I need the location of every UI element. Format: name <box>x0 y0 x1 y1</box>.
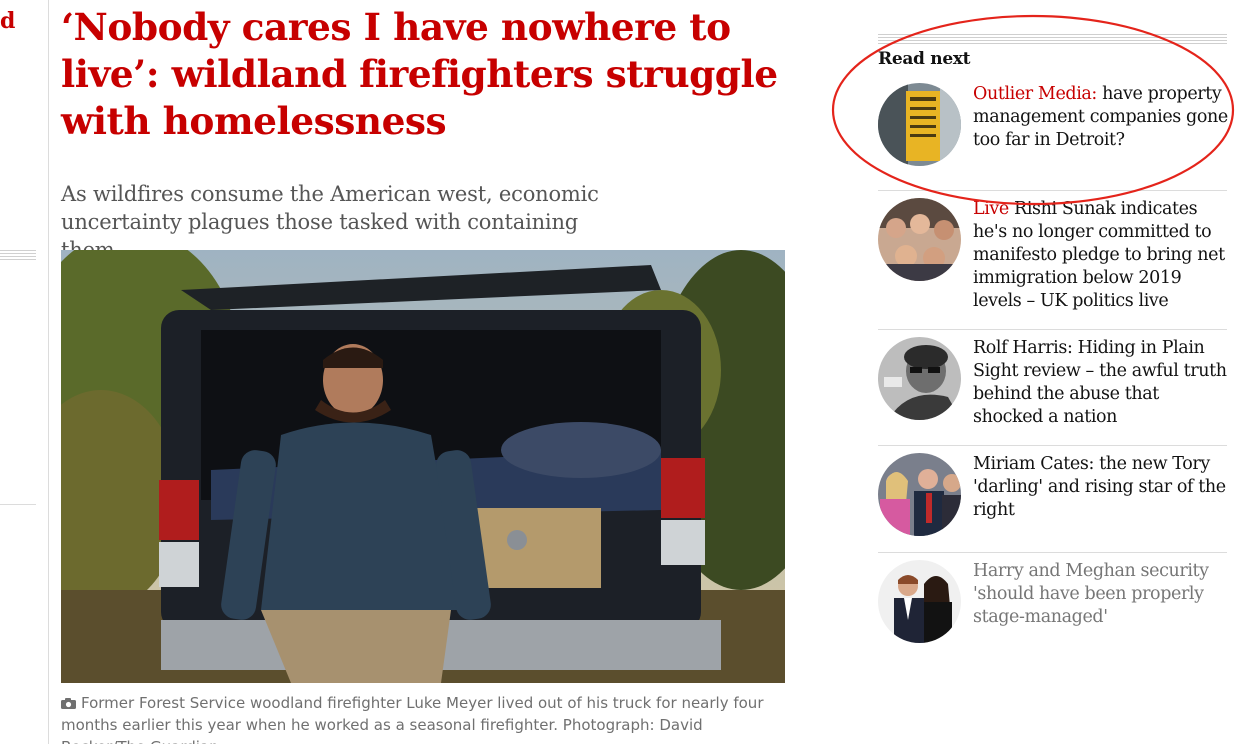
read-next-headline[interactable]: Harry and Meghan security 'should have b… <box>973 560 1229 629</box>
read-next-headline-text: Rishi Sunak indicates he's no longer com… <box>973 199 1225 311</box>
read-next-item-4[interactable]: Miriam Cates: the new Tory 'darling' and… <box>878 453 1227 543</box>
read-next-kicker: Live <box>973 199 1009 219</box>
read-next-headline[interactable]: Outlier Media: have property management … <box>973 83 1229 152</box>
politicians-thumbnail <box>878 453 961 536</box>
read-next-item-3[interactable]: Rolf Harris: Hiding in Plain Sight revie… <box>878 337 1227 437</box>
read-next-divider <box>878 445 1227 446</box>
article-headline: ‘Nobody cares I have nowhere to live’: w… <box>61 5 778 143</box>
read-next-kicker: Outlier Media: <box>973 84 1097 104</box>
read-next-headline-text: Rolf Harris: Hiding in Plain Sight revie… <box>973 338 1227 427</box>
read-next-divider <box>878 552 1227 553</box>
article-main-photo[interactable] <box>61 250 785 683</box>
read-next-divider <box>878 329 1227 330</box>
truck-photo-illustration <box>61 250 785 683</box>
portrait-bw-thumbnail <box>878 337 961 420</box>
photo-caption: Former Forest Service woodland firefight… <box>61 692 785 744</box>
left-column-dots <box>0 250 36 262</box>
read-next-headline-text: Harry and Meghan security 'should have b… <box>973 561 1209 627</box>
left-column-rule <box>48 0 49 744</box>
camera-icon <box>61 698 76 709</box>
parking-sign-thumbnail <box>878 83 961 166</box>
couple-thumbnail <box>878 560 961 643</box>
read-next-item-1[interactable]: Outlier Media: have property management … <box>878 83 1229 173</box>
read-next-headline-text: Miriam Cates: the new Tory 'darling' and… <box>973 454 1226 520</box>
read-next-divider <box>878 190 1227 191</box>
read-next-headline[interactable]: Rolf Harris: Hiding in Plain Sight revie… <box>973 337 1229 429</box>
read-next-title: Read next <box>878 49 971 69</box>
read-next-headline[interactable]: Live Rishi Sunak indicates he's no longe… <box>973 198 1229 313</box>
photo-caption-text: Former Forest Service woodland firefight… <box>61 694 764 744</box>
read-next-headline[interactable]: Miriam Cates: the new Tory 'darling' and… <box>973 453 1229 522</box>
sidebar-top-rule <box>878 34 1227 44</box>
previous-article-fragment: d <box>0 8 16 34</box>
left-column-divider <box>0 504 36 505</box>
read-next-item-2[interactable]: Live Rishi Sunak indicates he's no longe… <box>878 198 1227 318</box>
crowd-thumbnail <box>878 198 961 281</box>
read-next-item-5[interactable]: Harry and Meghan security 'should have b… <box>878 560 1227 650</box>
